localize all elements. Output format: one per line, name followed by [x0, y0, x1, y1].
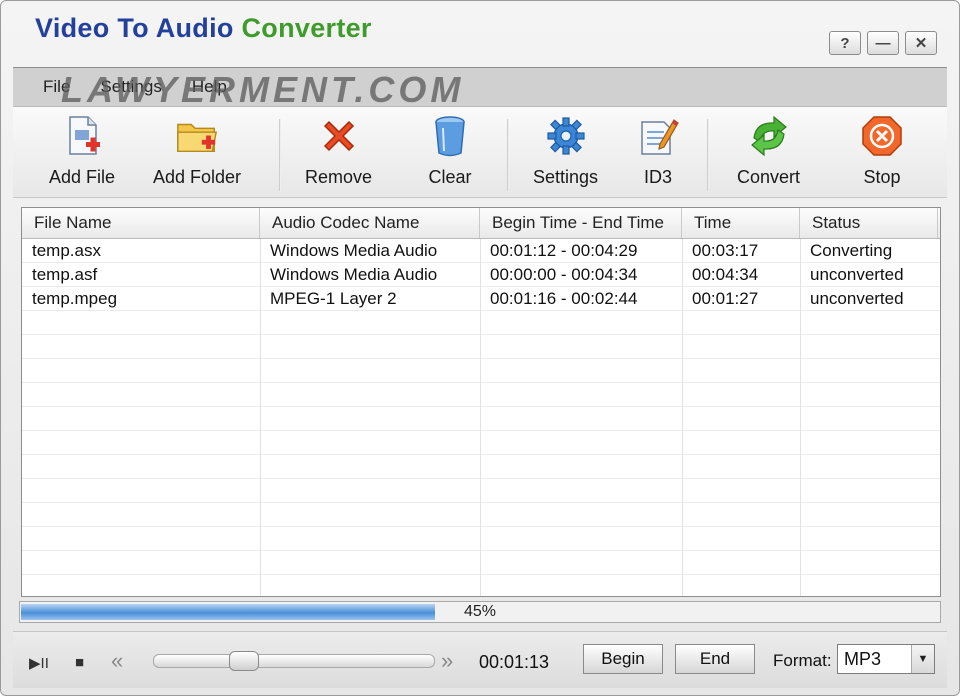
add-folder-icon [174, 113, 220, 159]
add-file-icon [59, 113, 105, 159]
settings-button[interactable]: Settings [533, 113, 598, 197]
cell-audio-codec: Windows Media Audio [270, 241, 438, 260]
file-list[interactable]: File Name Audio Codec Name Begin Time - … [21, 207, 941, 597]
convert-label: Convert [737, 167, 801, 187]
format-select-value: MP3 [844, 649, 882, 669]
remove-label: Remove [305, 167, 373, 187]
gear-icon [543, 113, 589, 159]
add-file-label: Add File [49, 167, 116, 187]
cell-time-range: 00:01:12 - 00:04:29 [490, 241, 638, 260]
cell-time-range: 00:01:16 - 00:02:44 [490, 289, 638, 308]
format-select[interactable]: MP3 ▼ [837, 644, 935, 674]
stop-label: Stop [863, 167, 901, 187]
add-file-button[interactable]: Add File [49, 113, 115, 197]
seek-slider[interactable] [153, 651, 435, 671]
settings-label: Settings [533, 167, 599, 187]
close-button[interactable]: ✕ [905, 31, 937, 55]
app-title-accent: Converter [241, 13, 372, 43]
id3-button[interactable]: ID3 [635, 113, 681, 197]
add-folder-label: Add Folder [153, 167, 242, 187]
stop-button[interactable]: Stop [859, 113, 905, 197]
progress-percent: 45% [463, 603, 497, 620]
column-header-audio-codec[interactable]: Audio Codec Name [260, 208, 480, 238]
add-folder-button[interactable]: Add Folder [153, 113, 241, 197]
clear-button[interactable]: Clear [427, 113, 473, 197]
cell-status: unconverted [810, 265, 904, 284]
app-window: Video To Audio Converter ? — ✕ File Sett… [0, 0, 960, 696]
player-bar: ▶II ■ « » 00:01:13 Begin End Format: MP3… [13, 631, 947, 688]
file-list-body: temp.asx Windows Media Audio 00:01:12 - … [22, 239, 940, 596]
id3-label: ID3 [643, 167, 672, 187]
title-bar: Video To Audio Converter ? — ✕ [1, 1, 959, 61]
convert-button[interactable]: Convert [737, 113, 800, 197]
window-controls: ? — ✕ [829, 31, 937, 55]
column-header-status[interactable]: Status [800, 208, 938, 238]
stop-playback-icon[interactable]: ■ [75, 654, 84, 671]
cell-time: 00:01:27 [692, 289, 759, 308]
app-title: Video To Audio Converter [35, 13, 372, 44]
format-label: Format: [773, 651, 832, 670]
column-header-file-name[interactable]: File Name [22, 208, 260, 238]
column-header-time[interactable]: Time [682, 208, 800, 238]
cell-status: unconverted [810, 289, 904, 308]
cell-file-name: temp.asx [32, 241, 101, 260]
end-button[interactable]: End [675, 644, 755, 674]
begin-button[interactable]: Begin [583, 644, 663, 674]
help-button[interactable]: ? [829, 31, 861, 55]
toolbar: Add File Add Folder Remove Clear Setting… [13, 107, 947, 198]
column-divider [480, 239, 481, 596]
cell-file-name: temp.mpeg [32, 289, 118, 308]
cell-audio-codec: Windows Media Audio [270, 265, 438, 284]
remove-button[interactable]: Remove [305, 113, 372, 197]
column-divider [260, 239, 261, 596]
table-row[interactable]: temp.mpeg MPEG-1 Layer 2 00:01:16 - 00:0… [22, 287, 940, 311]
stop-icon [859, 113, 905, 159]
cell-time-range: 00:00:00 - 00:04:34 [490, 265, 638, 284]
conversion-progress-bar: 45% [19, 601, 941, 623]
table-row[interactable]: temp.asx Windows Media Audio 00:01:12 - … [22, 239, 940, 263]
cell-time: 00:04:34 [692, 265, 759, 284]
toolbar-separator [507, 119, 509, 191]
seek-slider-thumb[interactable] [229, 651, 259, 671]
cell-file-name: temp.asf [32, 265, 98, 284]
remove-icon [316, 113, 362, 159]
minimize-button[interactable]: — [867, 31, 899, 55]
app-title-main: Video To Audio [35, 13, 234, 43]
cell-status: Converting [810, 241, 893, 260]
trash-icon [427, 113, 473, 159]
play-pause-icon[interactable]: ▶II [29, 654, 49, 672]
watermark: LAWYERMENT.COM [61, 69, 465, 110]
playback-time: 00:01:13 [479, 652, 550, 672]
cell-audio-codec: MPEG-1 Layer 2 [270, 289, 397, 308]
rewind-icon[interactable]: « [111, 648, 123, 674]
convert-icon [746, 113, 792, 159]
column-header-time-range[interactable]: Begin Time - End Time [480, 208, 682, 238]
column-divider [682, 239, 683, 596]
cell-time: 00:03:17 [692, 241, 759, 260]
toolbar-separator [707, 119, 709, 191]
table-row[interactable]: temp.asf Windows Media Audio 00:00:00 - … [22, 263, 940, 287]
column-divider [800, 239, 801, 596]
tag-edit-icon [635, 113, 681, 159]
chevron-down-icon[interactable]: ▼ [911, 645, 934, 673]
clear-label: Clear [428, 167, 472, 187]
file-list-header: File Name Audio Codec Name Begin Time - … [22, 208, 940, 239]
fast-forward-icon[interactable]: » [441, 648, 453, 674]
toolbar-separator [279, 119, 281, 191]
